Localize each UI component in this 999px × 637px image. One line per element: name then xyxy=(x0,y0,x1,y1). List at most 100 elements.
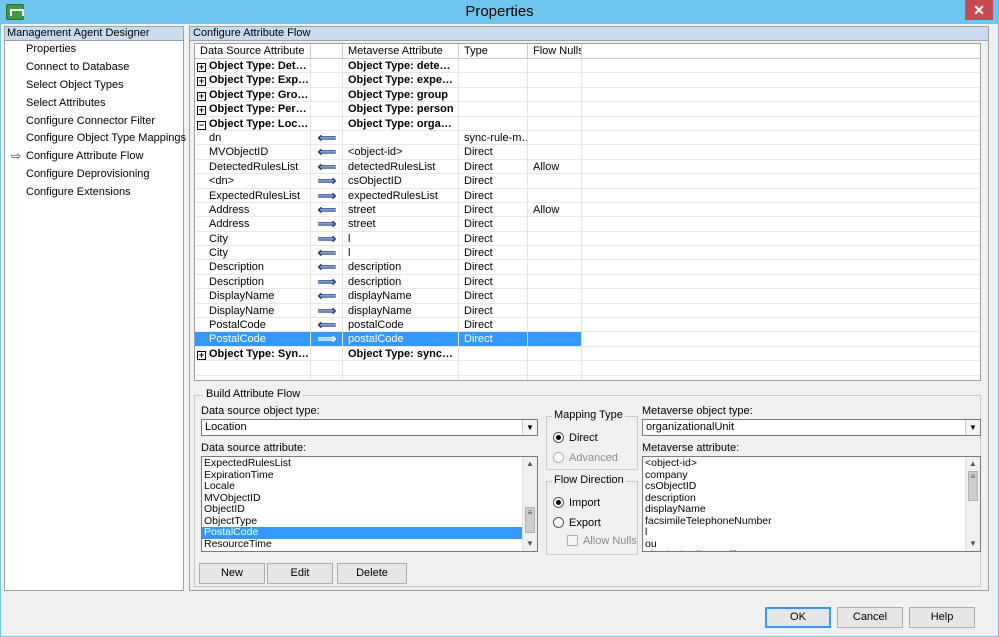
delete-button[interactable]: Delete xyxy=(337,563,407,584)
build-attribute-flow: Build Attribute Flow Data source object … xyxy=(194,388,981,587)
grid-row[interactable]: Address ⟹ street Direct xyxy=(195,217,980,232)
close-button[interactable]: ✕ xyxy=(965,0,993,20)
ds-object-type-label: Data source object type: xyxy=(201,405,320,417)
row-filler xyxy=(582,332,980,347)
nav-item[interactable]: Configure Extensions xyxy=(5,184,183,202)
nav-item[interactable]: ⇨ Configure Attribute Flow xyxy=(5,148,183,166)
expand-icon[interactable]: + xyxy=(197,91,206,101)
nav-item-label: Configure Deprovisioning xyxy=(26,168,150,181)
grid-row[interactable]: City ⟹ l Direct xyxy=(195,231,980,247)
grid-group-row[interactable]: + Object Type: Per… Object Type: person xyxy=(195,102,980,117)
ds-object-type-select[interactable]: Location ▼ xyxy=(201,419,538,436)
mapping-direct-label: Direct xyxy=(569,432,598,444)
mv-attribute-item[interactable]: l xyxy=(643,526,980,539)
ds-attribute-item[interactable]: PostalCode xyxy=(202,526,537,539)
grid-row[interactable]: Description ⟹ description Direct xyxy=(195,274,980,290)
mv-attribute-item[interactable]: <object-id> xyxy=(643,457,980,470)
nav-item[interactable]: Select Attributes xyxy=(5,95,183,113)
cell-flow-nulls xyxy=(528,361,582,376)
mv-attribute-item[interactable]: displayName xyxy=(643,503,980,516)
grid-row[interactable]: DetectedRulesList ⟸ detectedRulesList Direc… xyxy=(195,159,980,175)
nav-item[interactable]: Configure Deprovisioning xyxy=(5,166,183,184)
ds-attribute-item[interactable]: ResourceTime xyxy=(202,538,537,551)
ds-attribute-items: ExpectedRulesList ExpirationTime Locale MVO… xyxy=(202,457,537,550)
chevron-down-icon[interactable]: ▼ xyxy=(965,420,980,435)
col-type[interactable]: Type xyxy=(459,44,528,58)
ds-attribute-item[interactable]: ObjectID xyxy=(202,503,537,516)
cell-flow-nulls xyxy=(528,102,582,117)
col-flow-nulls[interactable]: Flow Nulls xyxy=(528,44,582,58)
grid-row[interactable]: ExpectedRulesList ⟹ expectedRulesList Direc… xyxy=(195,188,980,203)
cancel-button[interactable]: Cancel xyxy=(837,607,903,628)
grid-row[interactable]: DisplayName ⟹ displayName Direct xyxy=(195,303,980,319)
ok-button[interactable]: OK xyxy=(765,607,831,628)
ds-attribute-list[interactable]: ExpectedRulesList ExpirationTime Locale MVO… xyxy=(201,456,538,552)
mapping-direct-radio[interactable]: Direct xyxy=(553,432,598,444)
expand-icon[interactable]: + xyxy=(197,350,206,360)
grid-group-row[interactable]: + Object Type: Det… Object Type: dete… xyxy=(195,59,980,74)
chevron-down-icon[interactable]: ▼ xyxy=(522,420,537,435)
expand-icon[interactable]: + xyxy=(197,106,206,116)
scroll-up-icon[interactable]: ▲ xyxy=(966,457,980,471)
grid-group-row[interactable]: − Object Type: Loc… Object Type: orga… xyxy=(195,116,980,131)
row-filler xyxy=(582,131,980,146)
grid-row[interactable]: <dn> ⟹ csObjectID Direct xyxy=(195,174,980,189)
col-direction[interactable] xyxy=(311,44,343,58)
grid-row[interactable]: Address ⟸ street Direct Allow xyxy=(195,202,980,218)
scroll-up-icon[interactable]: ▲ xyxy=(523,457,537,471)
nav-item[interactable]: Properties xyxy=(5,41,183,59)
scroll-down-icon[interactable]: ▼ xyxy=(523,537,537,551)
cell-flow-nulls xyxy=(528,87,582,103)
new-button[interactable]: New xyxy=(199,563,265,584)
nav-item[interactable]: Configure Object Type Mappings xyxy=(5,130,186,148)
grid-row[interactable] xyxy=(195,361,980,376)
row-filler xyxy=(582,117,980,131)
scroll-thumb[interactable]: ≡ xyxy=(525,507,535,533)
ds-attribute-item[interactable]: MVObjectID xyxy=(202,492,537,505)
ds-attribute-item[interactable]: Locale xyxy=(202,480,537,493)
nav-item[interactable]: Connect to Database xyxy=(5,59,183,77)
help-button[interactable]: Help xyxy=(909,607,975,628)
ds-object-type-value: Location xyxy=(205,421,247,433)
grid-row[interactable]: Description ⟸ description Direct xyxy=(195,260,980,275)
grid-group-row[interactable]: + Object Type: Gro… Object Type: group xyxy=(195,87,980,103)
col-data-source-attribute[interactable]: Data Source Attribute xyxy=(195,44,311,58)
grid-row[interactable]: PostalCode ⟸ postalCode Direct xyxy=(195,318,980,333)
expand-icon[interactable]: + xyxy=(197,77,206,87)
metaverse-attribute-text: displayName xyxy=(348,304,412,317)
metaverse-attribute-text: postalCode xyxy=(348,333,404,346)
mv-attribute-item[interactable]: facsimileTelephoneNumber xyxy=(643,515,980,528)
grid-row[interactable]: City ⟸ l Direct xyxy=(195,246,980,261)
collapse-icon[interactable]: − xyxy=(197,120,206,130)
grid-row[interactable]: DisplayName ⟸ displayName Direct xyxy=(195,289,980,304)
col-metaverse-attribute[interactable]: Metaverse Attribute xyxy=(343,44,459,58)
mv-attribute-item[interactable]: physicalDeliveryOfficeName xyxy=(643,549,980,551)
flow-import-radio[interactable]: Import xyxy=(553,497,600,509)
grid-row[interactable]: MVObjectID ⟸ <object-id> Direct xyxy=(195,145,980,160)
nav-item[interactable]: Configure Connector Filter xyxy=(5,113,183,131)
ds-attribute-scrollbar[interactable]: ▲ ≡ ▼ xyxy=(522,457,537,551)
flow-export-radio[interactable]: Export xyxy=(553,517,601,529)
mv-attribute-scrollbar[interactable]: ▲ ≡ ▼ xyxy=(965,457,980,551)
nav-item[interactable]: Select Object Types xyxy=(5,77,183,95)
scroll-down-icon[interactable]: ▼ xyxy=(966,537,980,551)
mapping-advanced-radio[interactable]: Advanced xyxy=(553,452,618,464)
grid-row[interactable]: PostalCode ⟹ postalCode Direct xyxy=(195,332,980,347)
expand-icon[interactable]: + xyxy=(197,63,206,72)
ds-attribute-item[interactable]: ExpirationTime xyxy=(202,469,537,482)
mv-attribute-item[interactable]: csObjectID xyxy=(643,480,980,493)
allow-nulls-checkbox[interactable]: Allow Nulls xyxy=(567,535,637,547)
cell-metaverse-attribute: street xyxy=(343,217,459,232)
scroll-thumb[interactable]: ≡ xyxy=(968,471,978,501)
grid-group-row[interactable]: + Object Type: Exp… Object Type: expe… xyxy=(195,73,980,88)
grid-row[interactable]: dn ⟸ sync-rule-m… xyxy=(195,130,980,146)
attribute-flow-grid[interactable]: Data Source Attribute Metaverse Attribut… xyxy=(194,43,981,381)
cell-direction: ⟹ xyxy=(311,174,343,189)
edit-button[interactable]: Edit xyxy=(267,563,333,584)
ds-attribute-item[interactable]: ExpectedRulesList xyxy=(202,457,537,470)
flow-direction-legend: Flow Direction xyxy=(552,474,626,486)
mv-object-type-select[interactable]: organizationalUnit ▼ xyxy=(642,419,981,436)
grid-group-row[interactable]: + Object Type: Syn… Object Type: sync… xyxy=(195,346,980,362)
mv-attribute-list[interactable]: <object-id> company csObjectID description d… xyxy=(642,456,981,552)
cell-flow-nulls: Allow xyxy=(528,159,582,175)
